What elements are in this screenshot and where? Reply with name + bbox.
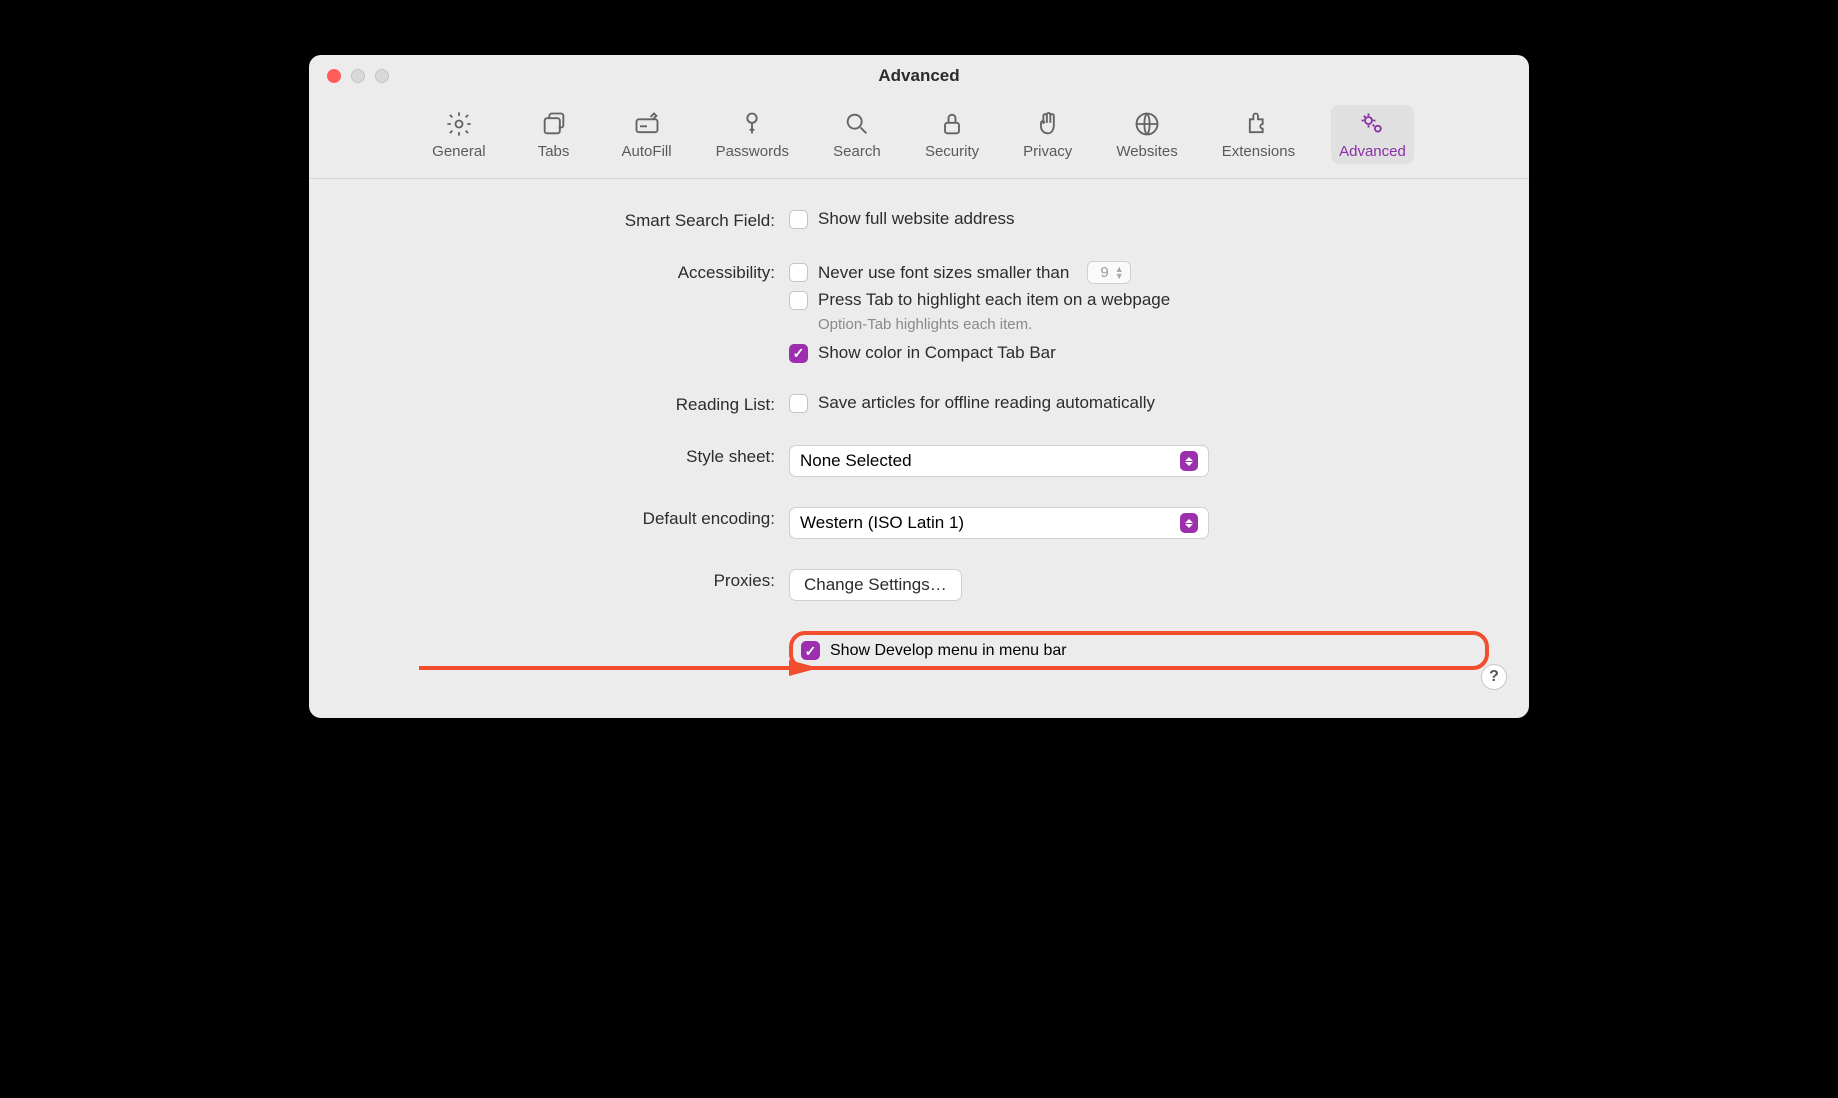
preferences-toolbar: General Tabs AutoFill Passwords Search	[309, 97, 1529, 179]
tab-label: Extensions	[1222, 143, 1295, 160]
chevron-up-down-icon	[1180, 451, 1198, 471]
show-develop-menu-checkbox[interactable]	[801, 641, 820, 660]
window-controls	[327, 69, 389, 83]
tab-label: Security	[925, 143, 979, 160]
hand-icon	[1033, 109, 1063, 139]
tab-label: Tabs	[538, 143, 570, 160]
tab-label: Advanced	[1339, 143, 1406, 160]
annotation-highlight: Show Develop menu in menu bar	[789, 631, 1489, 670]
tab-search[interactable]: Search	[825, 105, 889, 164]
content-area: Smart Search Field: Show full website ad…	[309, 179, 1529, 718]
save-offline-text: Save articles for offline reading automa…	[818, 393, 1155, 413]
globe-icon	[1132, 109, 1162, 139]
change-settings-button[interactable]: Change Settings…	[789, 569, 962, 601]
lock-icon	[937, 109, 967, 139]
tab-label: Privacy	[1023, 143, 1072, 160]
close-window-button[interactable]	[327, 69, 341, 83]
default-encoding-value: Western (ISO Latin 1)	[800, 513, 964, 533]
style-sheet-select[interactable]: None Selected	[789, 445, 1209, 477]
tab-privacy[interactable]: Privacy	[1015, 105, 1080, 164]
puzzle-icon	[1243, 109, 1273, 139]
tab-autofill[interactable]: AutoFill	[614, 105, 680, 164]
tab-advanced[interactable]: Advanced	[1331, 105, 1414, 164]
default-encoding-label: Default encoding:	[349, 507, 789, 529]
titlebar: Advanced	[309, 55, 1529, 97]
minimize-window-button[interactable]	[351, 69, 365, 83]
proxies-label: Proxies:	[349, 569, 789, 591]
smart-search-label: Smart Search Field:	[349, 209, 789, 231]
tab-label: Passwords	[716, 143, 789, 160]
window-title: Advanced	[309, 66, 1529, 86]
min-font-size-value: 9	[1094, 264, 1114, 281]
tabs-icon	[539, 109, 569, 139]
show-develop-menu-text: Show Develop menu in menu bar	[830, 642, 1067, 660]
preferences-window: Advanced General Tabs AutoFill Passwords	[309, 55, 1529, 718]
reading-list-label: Reading List:	[349, 393, 789, 415]
gear-icon	[444, 109, 474, 139]
tab-websites[interactable]: Websites	[1108, 105, 1185, 164]
tab-label: General	[432, 143, 485, 160]
zoom-window-button[interactable]	[375, 69, 389, 83]
press-tab-text: Press Tab to highlight each item on a we…	[818, 290, 1170, 310]
tab-general[interactable]: General	[424, 105, 493, 164]
min-font-size-text: Never use font sizes smaller than	[818, 263, 1069, 283]
accessibility-label: Accessibility:	[349, 261, 789, 283]
autofill-icon	[632, 109, 662, 139]
tab-security[interactable]: Security	[917, 105, 987, 164]
default-encoding-select[interactable]: Western (ISO Latin 1)	[789, 507, 1209, 539]
tab-tabs[interactable]: Tabs	[522, 105, 586, 164]
show-full-address-checkbox[interactable]	[789, 210, 808, 229]
show-color-compact-text: Show color in Compact Tab Bar	[818, 343, 1056, 363]
tab-label: Websites	[1116, 143, 1177, 160]
key-icon	[737, 109, 767, 139]
option-tab-hint: Option-Tab highlights each item.	[818, 316, 1489, 333]
tab-label: AutoFill	[622, 143, 672, 160]
chevron-up-down-icon	[1180, 513, 1198, 533]
press-tab-checkbox[interactable]	[789, 291, 808, 310]
tab-label: Search	[833, 143, 881, 160]
style-sheet-label: Style sheet:	[349, 445, 789, 467]
tab-extensions[interactable]: Extensions	[1214, 105, 1303, 164]
min-font-size-stepper[interactable]: 9 ▲▼	[1087, 261, 1130, 284]
gears-icon	[1357, 109, 1387, 139]
show-full-address-text: Show full website address	[818, 209, 1015, 229]
search-icon	[842, 109, 872, 139]
show-color-compact-checkbox[interactable]	[789, 344, 808, 363]
style-sheet-value: None Selected	[800, 451, 912, 471]
tab-passwords[interactable]: Passwords	[708, 105, 797, 164]
save-offline-checkbox[interactable]	[789, 394, 808, 413]
chevron-up-down-icon: ▲▼	[1115, 266, 1124, 280]
help-button[interactable]: ?	[1481, 664, 1507, 690]
min-font-size-checkbox[interactable]	[789, 263, 808, 282]
